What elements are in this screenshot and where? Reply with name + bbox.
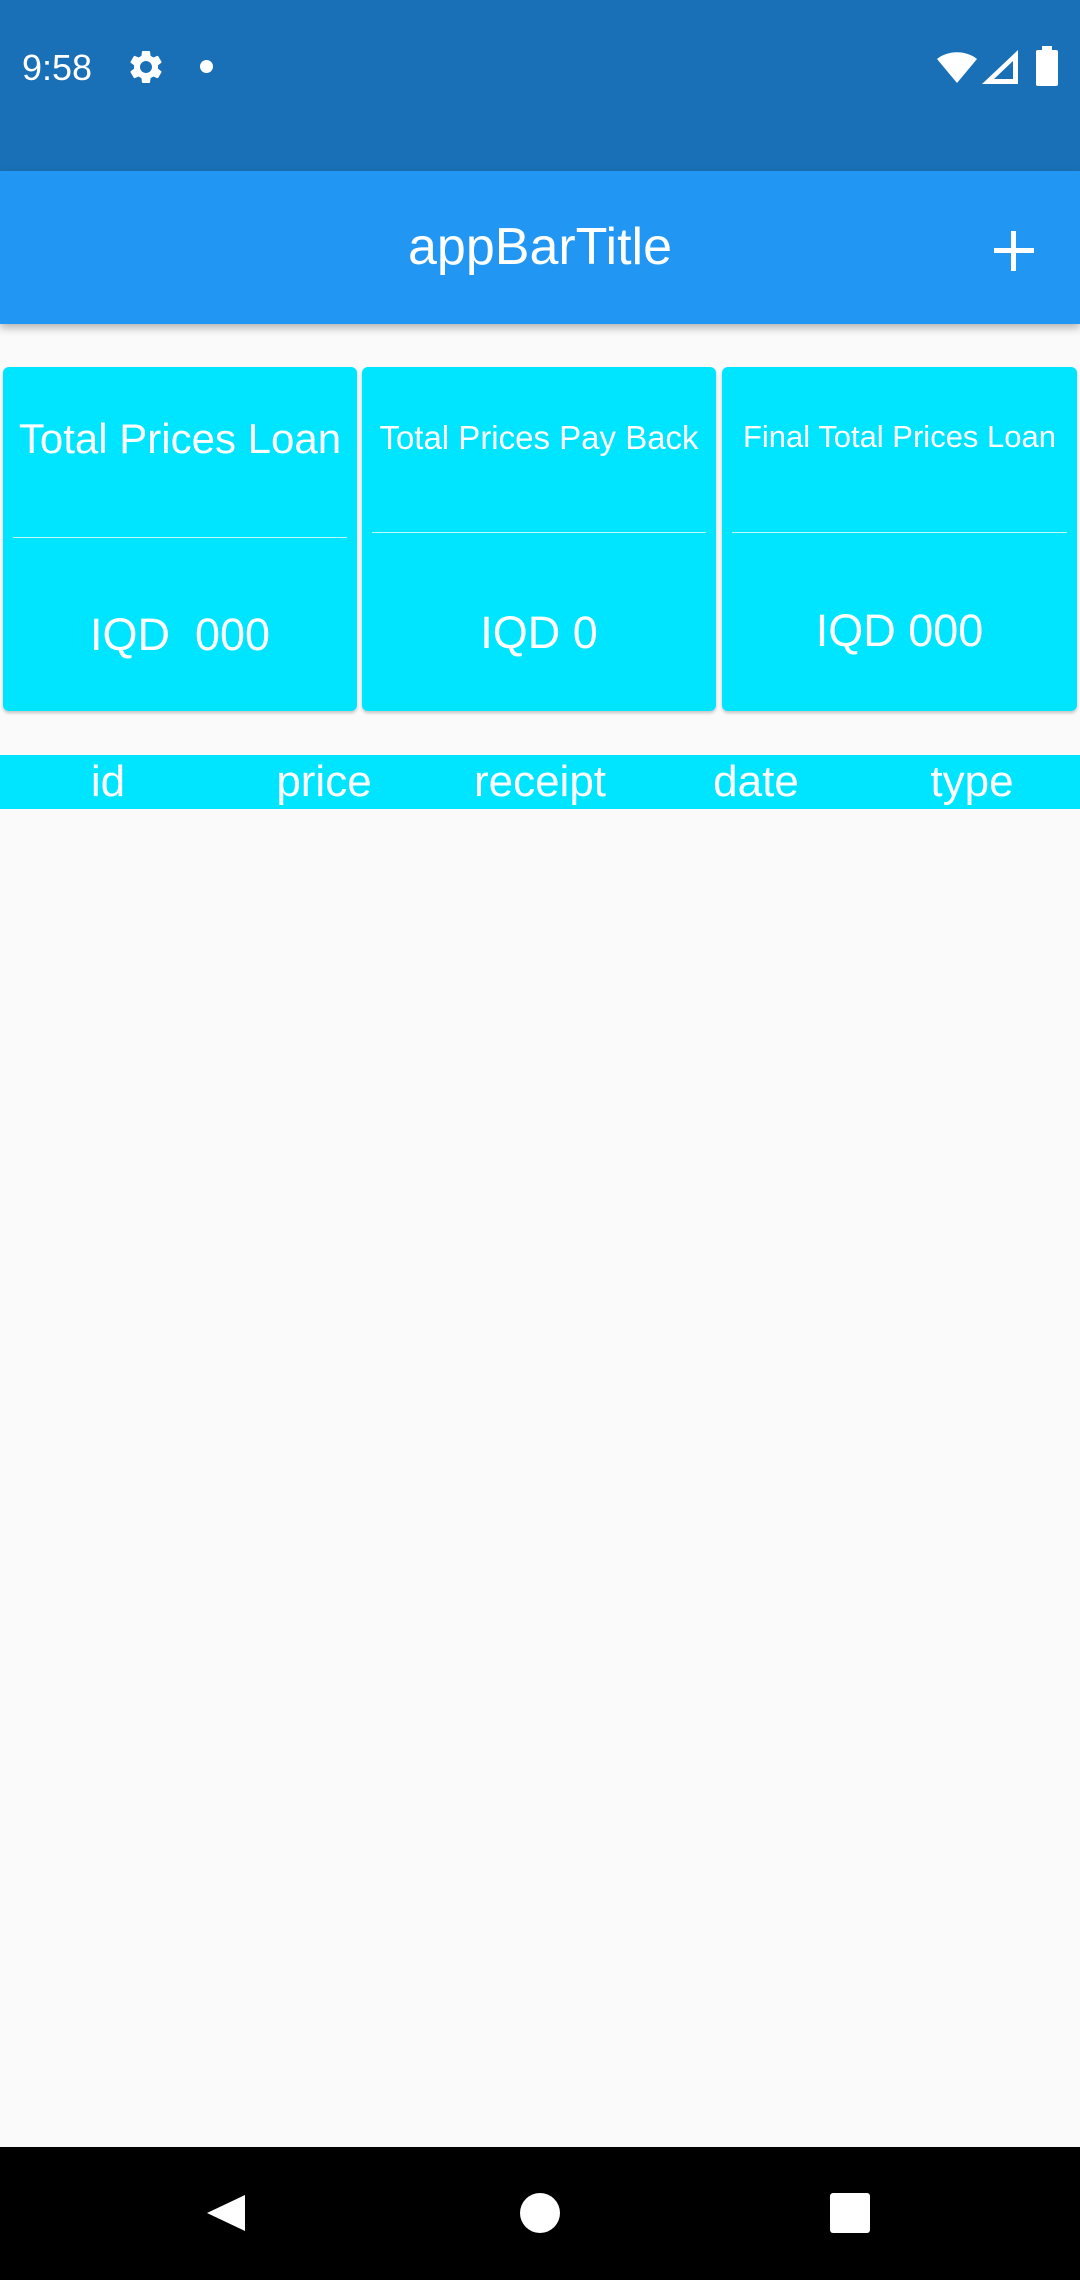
signal-icon bbox=[982, 50, 1018, 84]
status-bar: 9:58 bbox=[0, 0, 1080, 171]
status-time: 9:58 bbox=[22, 47, 93, 88]
card-value: IQD 0 bbox=[480, 607, 598, 658]
column-header-id: id bbox=[90, 757, 126, 806]
notification-dot-icon bbox=[200, 60, 213, 73]
wifi-icon bbox=[936, 50, 978, 84]
app-bar-title: appBarTitle bbox=[408, 218, 672, 276]
table-body bbox=[0, 809, 1080, 2147]
final-total-prices-loan-card: Final Total Prices Loan IQD 000 bbox=[722, 367, 1077, 711]
total-prices-loan-card: Total Prices Loan IQD 000 bbox=[3, 367, 357, 711]
home-icon bbox=[520, 2193, 560, 2233]
card-value: IQD 000 bbox=[89, 609, 271, 660]
card-divider bbox=[372, 532, 706, 533]
card-divider bbox=[732, 532, 1067, 533]
add-button[interactable] bbox=[974, 211, 1054, 291]
navigation-bar bbox=[0, 2147, 1080, 2280]
card-title: Total Prices Loan bbox=[18, 415, 342, 462]
plus-icon bbox=[994, 231, 1034, 271]
settings-icon bbox=[126, 47, 166, 87]
home-button[interactable] bbox=[500, 2173, 580, 2253]
column-header-receipt: receipt bbox=[473, 757, 607, 806]
app-bar: appBarTitle bbox=[0, 171, 1080, 324]
card-value: IQD 000 bbox=[815, 605, 984, 656]
battery-icon bbox=[1036, 46, 1058, 86]
card-title: Final Total Prices Loan bbox=[742, 419, 1057, 454]
column-header-date: date bbox=[713, 757, 799, 806]
card-title: Total Prices Pay Back bbox=[379, 419, 699, 456]
back-icon bbox=[207, 2195, 245, 2231]
recents-icon bbox=[830, 2193, 870, 2233]
total-prices-pay-back-card: Total Prices Pay Back IQD 0 bbox=[362, 367, 716, 711]
summary-cards: Total Prices Loan IQD 000 Total Prices P… bbox=[0, 367, 1080, 713]
table-header: id price receipt date type bbox=[0, 755, 1080, 809]
column-header-type: type bbox=[930, 757, 1014, 806]
recents-button[interactable] bbox=[810, 2173, 890, 2253]
card-divider bbox=[13, 537, 347, 538]
column-header-price: price bbox=[276, 757, 372, 806]
back-button[interactable] bbox=[185, 2173, 265, 2253]
